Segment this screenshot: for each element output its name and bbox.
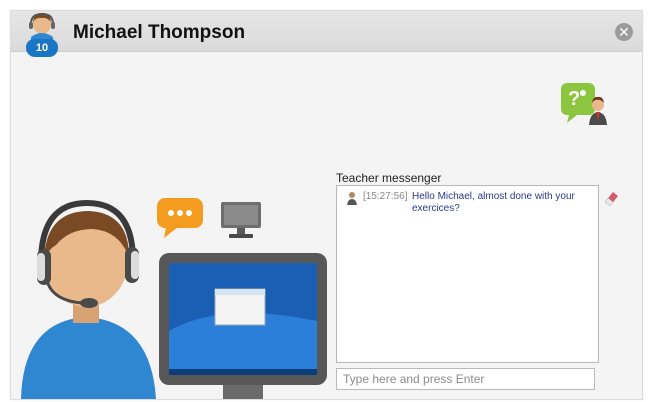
svg-text:?: ? — [568, 88, 580, 110]
window-title: Michael Thompson — [73, 22, 246, 43]
student-at-computer-illustration — [21, 199, 327, 399]
student-number-badge: 10 — [26, 39, 58, 57]
chat-history[interactable]: [15:27:56] Hello Michael, almost done wi… — [336, 185, 599, 363]
eraser-icon[interactable] — [601, 188, 621, 208]
message-time: [15:27:56] — [363, 191, 408, 202]
student-window: 10 Michael Thompson ✕ ? Teacher messenge… — [10, 10, 643, 400]
monitor-icon[interactable] — [219, 200, 263, 240]
close-button[interactable]: ✕ — [615, 23, 633, 41]
chat-bubble-icon[interactable] — [156, 197, 204, 239]
title-bar: 10 Michael Thompson ✕ — [11, 11, 642, 57]
messenger-label: Teacher messenger — [336, 171, 442, 185]
question-chat-person-icon[interactable]: ? — [559, 81, 611, 125]
close-icon: ✕ — [618, 24, 630, 40]
student-avatar-icon — [29, 12, 55, 41]
teacher-person-icon — [347, 192, 357, 205]
message-input[interactable] — [336, 368, 595, 390]
student-avatar: 10 — [25, 11, 59, 59]
message-text: Hello Michael, almost done with your exe… — [412, 191, 575, 214]
